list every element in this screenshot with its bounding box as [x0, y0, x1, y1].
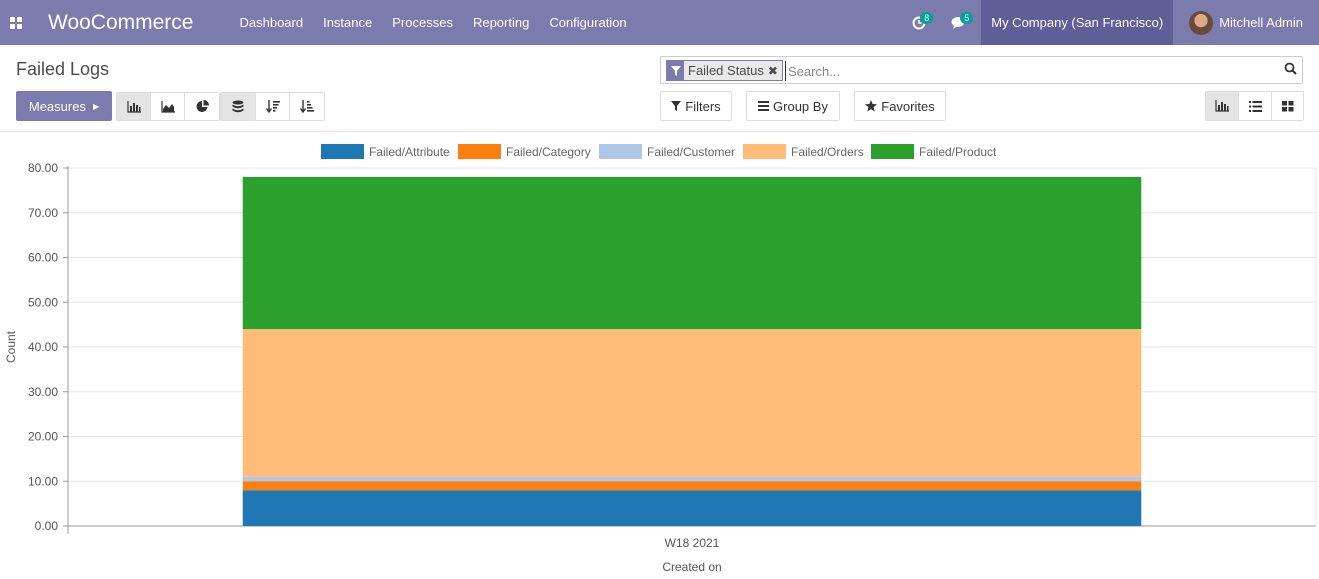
legend-item[interactable]: Failed/Category	[458, 144, 591, 159]
y-axis-title: Count	[4, 330, 18, 363]
sort-ascending-button[interactable]	[290, 93, 324, 120]
user-name: Mitchell Admin	[1219, 15, 1303, 30]
activity-button[interactable]: 8	[899, 0, 939, 45]
legend-item[interactable]: Failed/Product	[871, 144, 996, 159]
filter-icon	[671, 101, 682, 111]
filter-icon	[667, 61, 684, 80]
legend-swatch	[599, 144, 642, 159]
activity-badge: 8	[920, 12, 934, 24]
facet-remove-icon[interactable]: ✖	[767, 61, 782, 80]
list-view-button[interactable]	[1239, 92, 1272, 120]
user-menu[interactable]: Mitchell Admin	[1173, 0, 1319, 45]
stack-group	[220, 92, 256, 121]
legend-swatch	[743, 144, 786, 159]
y-tick-label: 40.00	[28, 340, 58, 354]
caret-right-icon: ▶	[92, 101, 100, 111]
star-icon	[865, 100, 878, 112]
legend-label: Failed/Attribute	[369, 144, 450, 159]
y-tick-label: 80.00	[28, 161, 58, 175]
graph-view-icon	[1215, 100, 1229, 112]
pie-chart-icon	[196, 100, 209, 112]
filters-label: Filters	[685, 98, 721, 114]
search-icon[interactable]	[1284, 62, 1297, 78]
legend-swatch	[321, 144, 364, 159]
chart-legend: Failed/Attribute Failed/Category Failed/Cu…	[0, 144, 1319, 160]
search-bar: Failed Status ✖	[660, 56, 1303, 84]
y-tick-label: 50.00	[28, 295, 58, 309]
favorites-label: Favorites	[881, 98, 935, 114]
bar-segment-failed-customer	[242, 476, 1142, 482]
kanban-view-icon	[1281, 100, 1293, 111]
y-tick-label: 60.00	[28, 251, 58, 265]
y-tick-label: 0.00	[35, 519, 59, 533]
y-tick-label: 70.00	[28, 206, 58, 220]
menu-configuration[interactable]: Configuration	[549, 15, 626, 30]
menu-reporting[interactable]: Reporting	[473, 15, 529, 30]
group-by-label: Group By	[773, 98, 828, 114]
y-tick-label: 30.00	[28, 385, 58, 399]
systray: 8 5 My Company (San Francisco) Mitchell …	[899, 0, 1319, 45]
legend-swatch	[458, 144, 501, 159]
favorites-button[interactable]: Favorites	[854, 91, 946, 121]
sort-descending-icon	[265, 100, 280, 113]
chart-type-group	[116, 92, 220, 121]
area-chart-icon	[160, 100, 175, 113]
messages-button[interactable]: 5	[939, 0, 979, 45]
bar-segment-failed-product	[242, 176, 1142, 330]
y-tick-label: 10.00	[28, 474, 58, 488]
menu-processes[interactable]: Processes	[392, 15, 453, 30]
legend-label: Failed/Product	[919, 144, 997, 159]
company-switcher[interactable]: My Company (San Francisco)	[981, 0, 1174, 45]
group-by-button[interactable]: Group By	[746, 91, 840, 121]
search-input[interactable]	[785, 61, 1275, 81]
search-facet: Failed Status ✖	[666, 60, 783, 81]
legend-item[interactable]: Failed/Attribute	[321, 144, 450, 159]
avatar	[1189, 10, 1214, 35]
sort-ascending-icon	[300, 100, 314, 113]
facet-label: Failed Status	[684, 61, 768, 80]
view-switcher	[1205, 91, 1304, 121]
x-axis-title: Created on	[662, 560, 721, 574]
legend-label: Failed/Orders	[791, 144, 864, 159]
top-navbar: WooCommerce Dashboard Instance Processes…	[0, 0, 1319, 45]
stack-icon	[232, 100, 244, 113]
line-chart-button[interactable]	[151, 93, 185, 120]
stacked-button[interactable]	[221, 93, 255, 120]
bar-segment-failed-attribute	[242, 490, 1142, 526]
messages-badge: 5	[960, 12, 974, 24]
legend-swatch	[871, 144, 914, 159]
apps-grid-icon[interactable]	[0, 0, 32, 45]
page-title: Failed Logs	[16, 59, 110, 79]
bar-segment-failed-category	[242, 481, 1142, 491]
control-panel-divider	[0, 131, 1319, 132]
bar-chart-icon	[126, 100, 141, 113]
bar-chart-button[interactable]	[117, 93, 151, 120]
x-tick-label: W18 2021	[665, 536, 720, 550]
legend-item[interactable]: Failed/Orders	[743, 144, 864, 159]
bar-segment-failed-orders	[242, 329, 1142, 477]
legend-label: Failed/Category	[506, 144, 591, 159]
kanban-view-button[interactable]	[1272, 92, 1303, 120]
app-brand[interactable]: WooCommerce	[48, 11, 193, 35]
legend-item[interactable]: Failed/Customer	[599, 144, 735, 159]
filters-button[interactable]: Filters	[660, 91, 732, 121]
bars-icon	[758, 101, 770, 111]
menu-dashboard[interactable]: Dashboard	[239, 15, 303, 30]
sort-descending-button[interactable]	[256, 93, 290, 120]
pie-chart-button[interactable]	[185, 93, 219, 120]
sort-group	[255, 92, 325, 121]
legend-label: Failed/Customer	[647, 144, 736, 159]
y-tick-label: 20.00	[28, 430, 58, 444]
main-menu: Dashboard Instance Processes Reporting C…	[239, 15, 646, 30]
measures-label: Measures	[28, 98, 86, 114]
menu-instance[interactable]: Instance	[323, 15, 372, 30]
stacked-bar-chart: 0.00 10.00 20.00 30.00 40.00 50.00 60.00 70.00 8…	[4, 161, 1317, 574]
graph-view-button[interactable]	[1206, 92, 1239, 120]
list-view-icon	[1248, 100, 1262, 112]
measures-button[interactable]: Measures ▶	[16, 91, 112, 121]
